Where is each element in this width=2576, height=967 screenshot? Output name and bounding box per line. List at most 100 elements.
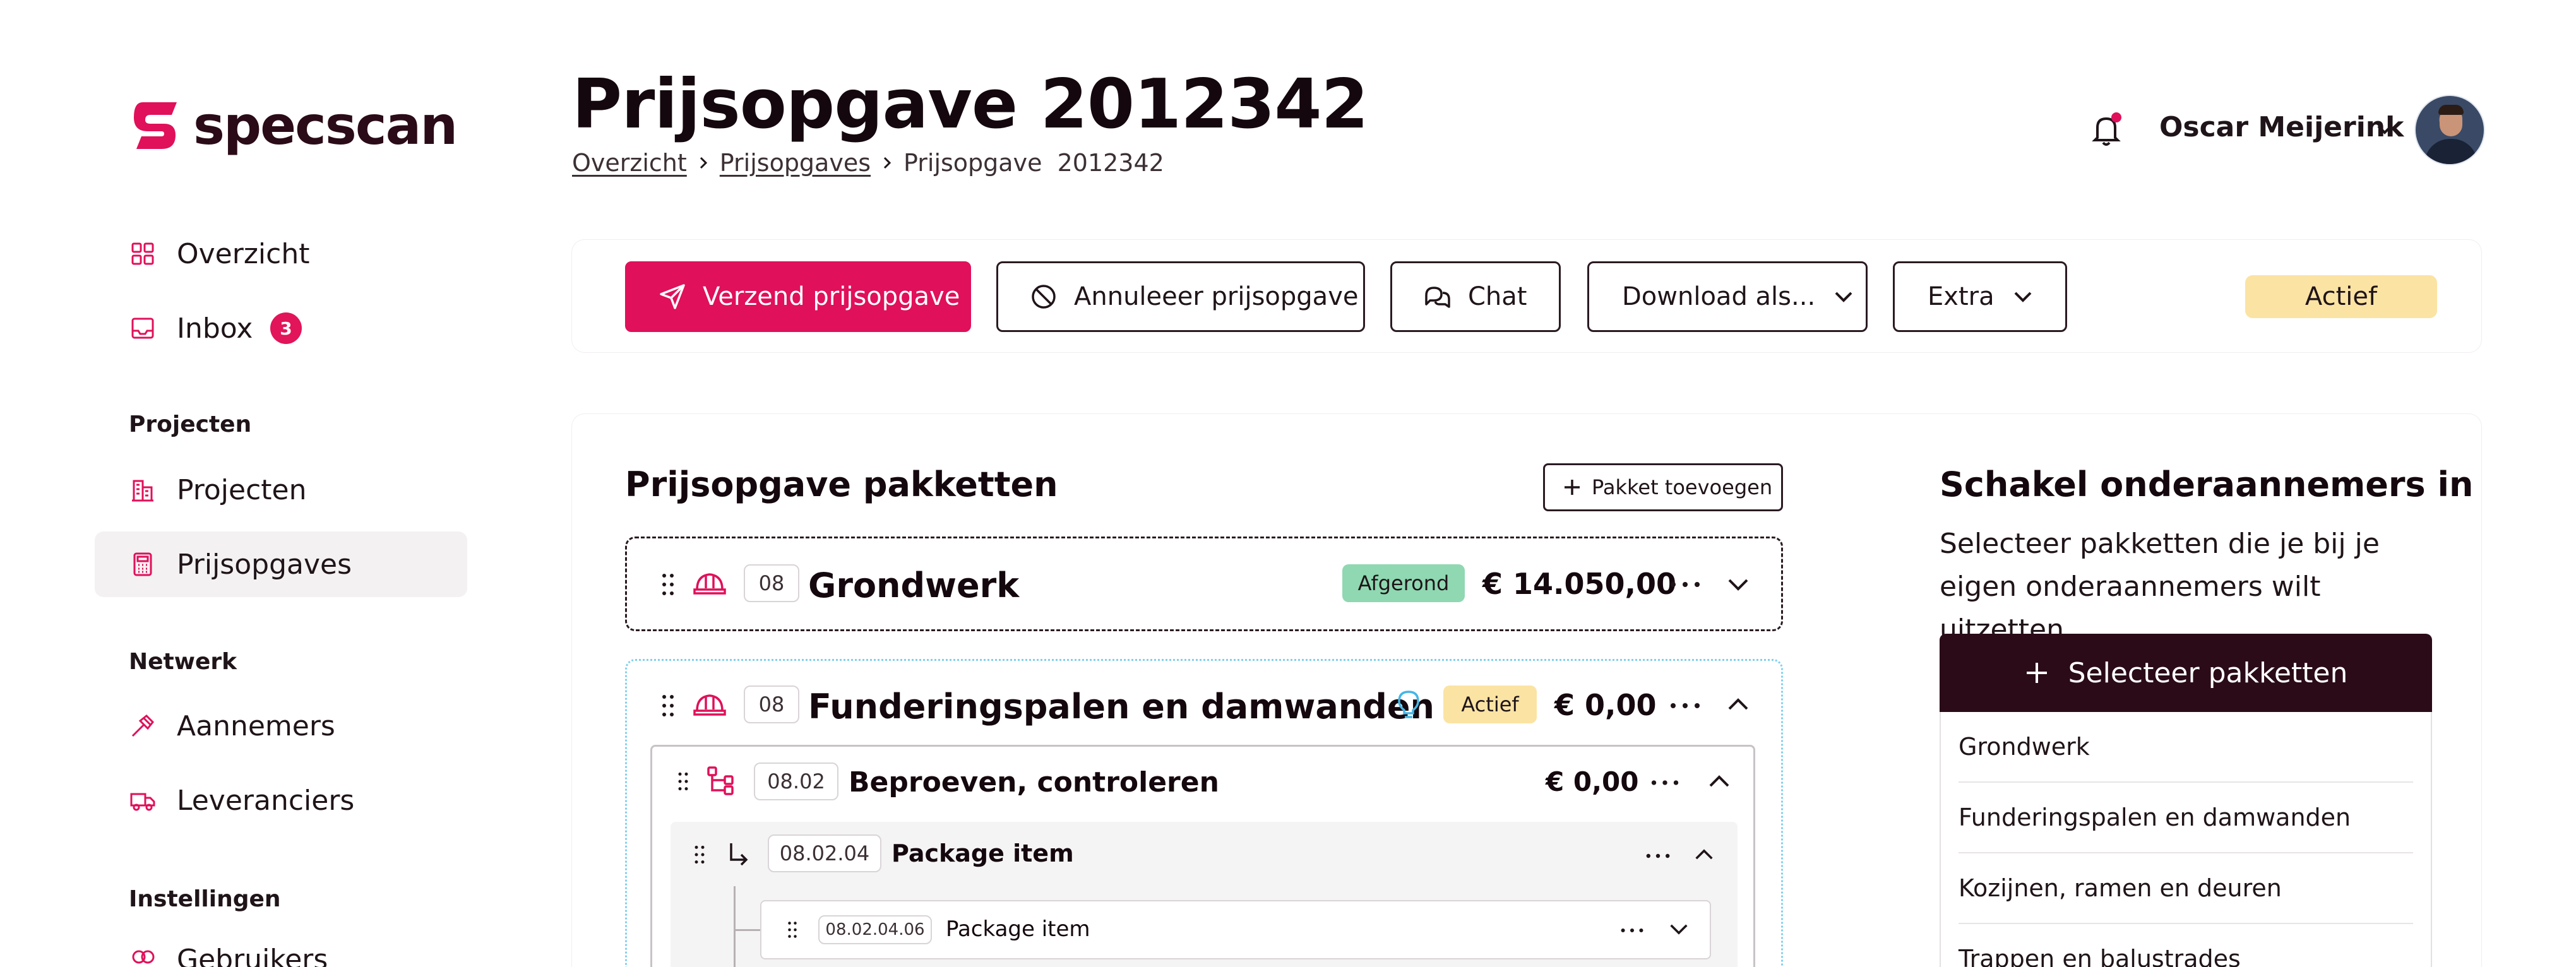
cancel-quote-button[interactable]: Annuleeer prijsopgave (996, 261, 1365, 332)
drag-handle-icon[interactable] (660, 572, 676, 597)
breadcrumb-link-overzicht[interactable]: Overzicht (572, 149, 687, 177)
chat-button[interactable]: Chat (1390, 261, 1561, 332)
more-options-icon[interactable] (1645, 852, 1671, 860)
breadcrumb-link-prijsopgaves[interactable]: Prijsopgaves (720, 149, 871, 177)
hardhat-icon (693, 573, 726, 595)
sidebar-item-overzicht[interactable]: Overzicht (95, 221, 467, 287)
list-item[interactable]: Trappen en balustrades (1959, 924, 2413, 967)
subdirectory-arrow-icon (730, 843, 748, 866)
plus-icon (2026, 663, 2047, 683)
breadcrumb: Overzicht Prijsopgaves Prijsopgave 20123… (572, 149, 1164, 177)
cancel-quote-label: Annuleeer prijsopgave (1074, 282, 1359, 311)
ban-icon (1032, 285, 1056, 309)
breadcrumb-current: Prijsopgave 2012342 (903, 149, 1164, 177)
more-options-icon[interactable] (1669, 581, 1701, 588)
status-badge: Actief (1443, 685, 1537, 723)
extra-dropdown[interactable]: Extra (1893, 261, 2067, 332)
inbox-icon (131, 317, 154, 339)
package-price: € 14.050,00 (1482, 567, 1677, 601)
logo-text: specscan (193, 95, 458, 157)
package-select-list: Grondwerk Funderingspalen en damwanden K… (1940, 712, 2432, 967)
subcontractors-heading: Schakel onderaannemers in (1940, 465, 2474, 504)
sidebar-item-aannemers[interactable]: Aannemers (95, 693, 467, 759)
sidebar-item-label: Inbox (177, 312, 253, 345)
drag-handle-icon[interactable] (693, 843, 706, 866)
more-options-icon[interactable] (1620, 927, 1644, 934)
specscan-logo-icon (134, 102, 177, 149)
item-name: Package item (891, 839, 1074, 867)
package-code: 08 (744, 564, 799, 602)
hierarchy-icon (707, 766, 734, 795)
sidebar-item-label: Gebruikers (177, 943, 328, 967)
sidebar-item-label: Overzicht (177, 237, 310, 270)
logo[interactable]: specscan (131, 95, 458, 157)
chevron-down-icon[interactable] (1727, 578, 1749, 591)
chat-icon (1425, 287, 1450, 308)
subpackage-price: € 0,00 (1546, 766, 1639, 797)
chat-label: Chat (1468, 282, 1527, 311)
select-packages-label: Selecteer pakketten (2068, 656, 2348, 689)
more-options-icon[interactable] (1650, 779, 1679, 786)
package-price: € 0,00 (1554, 688, 1657, 722)
bell-icon[interactable] (2090, 111, 2125, 149)
inbox-count-badge: 3 (270, 312, 302, 344)
sidebar-item-prijsopgaves[interactable]: Prijsopgaves (95, 531, 467, 597)
list-item[interactable]: Grondwerk (1959, 712, 2413, 783)
chevron-up-icon[interactable] (1695, 848, 1714, 861)
subpackage-name: Beproeven, controleren (849, 766, 1219, 798)
tree-connector (734, 886, 736, 967)
drag-handle-icon[interactable] (660, 693, 676, 718)
sidebar-item-label: Projecten (177, 473, 307, 506)
sidebar-item-inbox[interactable]: Inbox 3 (95, 295, 467, 361)
subpackage-code: 08.02 (754, 762, 838, 800)
chevron-down-icon[interactable] (2376, 124, 2393, 135)
download-as-label: Download als... (1622, 282, 1816, 311)
sidebar-item-label: Leveranciers (177, 784, 355, 817)
send-icon (660, 284, 685, 309)
status-badge: Actief (2245, 275, 2437, 318)
lightbulb-icon[interactable] (1397, 689, 1421, 721)
calculator-icon (133, 552, 152, 576)
chevron-up-icon[interactable] (1708, 775, 1730, 788)
item-name: Package item (946, 917, 1090, 942)
add-package-label: Pakket toevoegen (1592, 475, 1773, 499)
package-name: Grondwerk (808, 566, 1020, 605)
sidebar: specscan Overzicht Inbox 3 Projecten Pro… (0, 0, 505, 967)
send-quote-button[interactable]: Verzend prijsopgave (625, 261, 971, 332)
hardhat-icon (693, 694, 726, 716)
list-item[interactable]: Kozijnen, ramen en deuren (1959, 853, 2413, 924)
sidebar-item-leveranciers[interactable]: Leveranciers (95, 768, 467, 833)
buildings-icon (132, 480, 153, 502)
plus-icon (1565, 480, 1580, 495)
page-title: Prijsopgave 2012342 (572, 65, 1369, 144)
avatar[interactable] (2414, 95, 2485, 165)
drag-handle-icon[interactable] (787, 919, 798, 940)
section-title-netwerk: Netwerk (129, 649, 237, 675)
grid-icon (131, 242, 154, 265)
hammer-icon (131, 714, 155, 737)
chevron-up-icon[interactable] (1727, 698, 1749, 711)
add-package-button[interactable]: Pakket toevoegen (1543, 463, 1783, 511)
extra-label: Extra (1928, 282, 1995, 311)
more-options-icon[interactable] (1669, 702, 1701, 709)
item-code: 08.02.04 (768, 834, 881, 872)
list-item[interactable]: Funderingspalen en damwanden (1959, 783, 2413, 853)
drag-handle-icon[interactable] (677, 770, 689, 793)
chevron-right-icon (883, 157, 891, 169)
package-name: Funderingspalen en damwanden (808, 687, 1434, 727)
chevron-down-icon (1835, 292, 1852, 302)
app-root: specscan Overzicht Inbox 3 Projecten Pro… (0, 0, 2576, 967)
packages-heading: Prijsopgave pakketten (625, 465, 1058, 504)
chevron-down-icon[interactable] (1669, 923, 1688, 935)
user-name[interactable]: Oscar Meijerink (2159, 111, 2404, 143)
sidebar-item-label: Prijsopgaves (177, 548, 352, 581)
send-quote-label: Verzend prijsopgave (703, 282, 960, 311)
avatar-shoulders (2424, 139, 2478, 164)
avatar-hair (2438, 105, 2464, 115)
sidebar-item-gebruikers[interactable]: Gebruikers (95, 927, 467, 967)
download-as-dropdown[interactable]: Download als... (1587, 261, 1868, 332)
select-packages-button[interactable]: Selecteer pakketten (1940, 634, 2432, 712)
sidebar-item-projecten[interactable]: Projecten (95, 457, 467, 523)
section-title-instellingen: Instellingen (129, 886, 281, 912)
chevron-right-icon (700, 157, 707, 169)
